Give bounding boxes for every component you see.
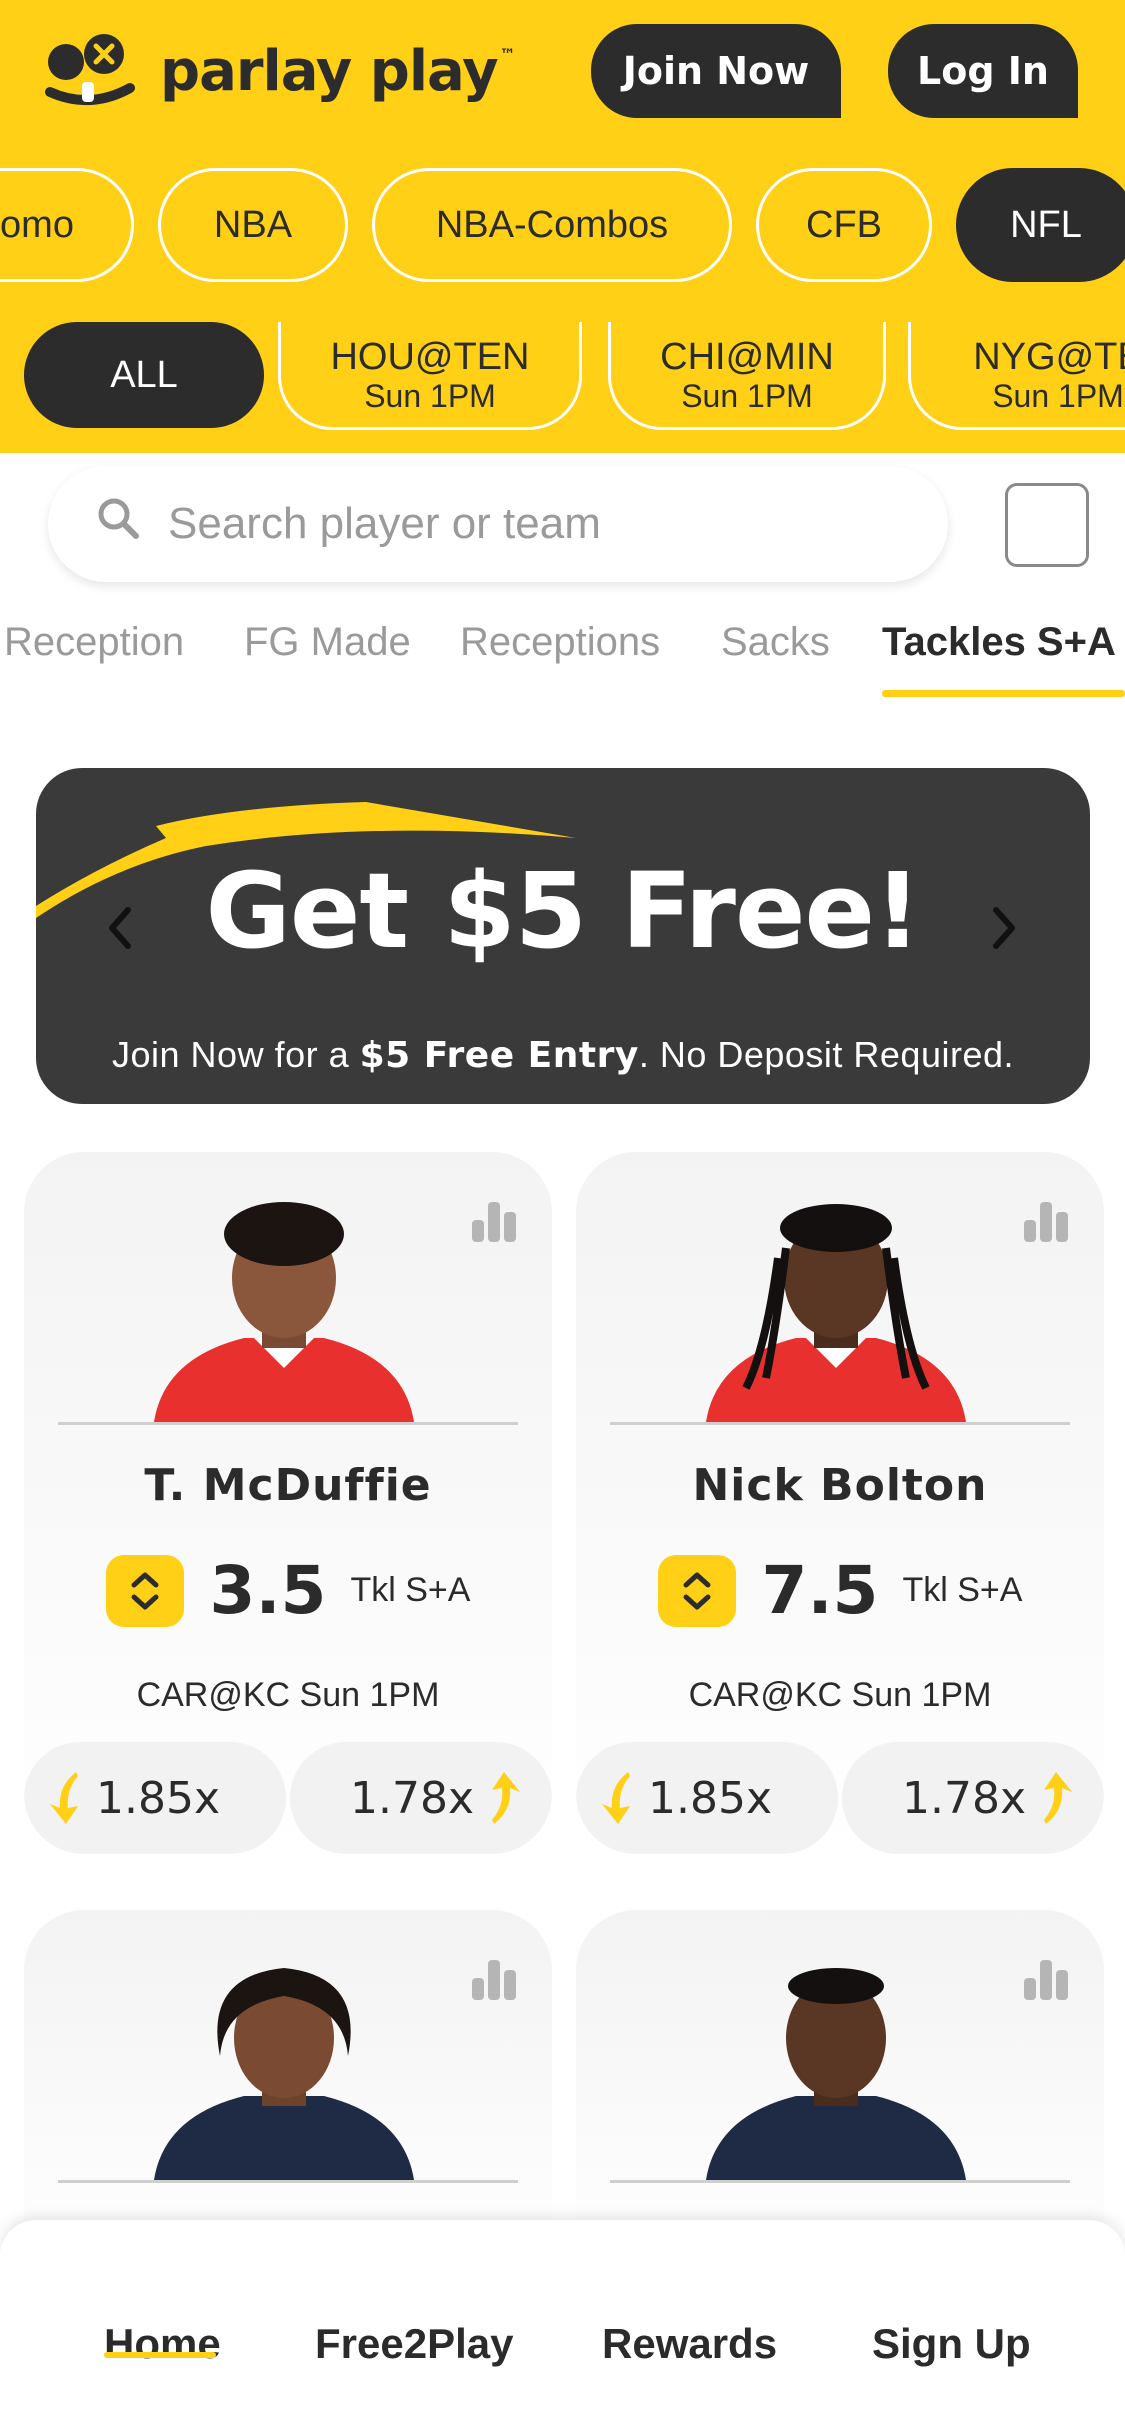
app-header: parlay play ™ Join Now Log In omo NBA NBA… [0, 0, 1125, 453]
active-tab-indicator [882, 690, 1125, 697]
stats-chart-icon[interactable] [1024, 1960, 1068, 2000]
player-headshot [154, 1968, 414, 2180]
nav-rewards[interactable]: Rewards [602, 2320, 777, 2368]
player-headshot [154, 1202, 414, 1422]
banner-title: Get $5 Free! [205, 850, 922, 972]
over-odds-button[interactable]: 1.78x [842, 1742, 1104, 1854]
logo-text: parlay play ™ [160, 38, 516, 104]
line-toggle-button[interactable] [657, 1554, 736, 1627]
log-in-button[interactable]: Log In [888, 24, 1078, 118]
game-filter-nyg-ten[interactable]: NYG@TE Sun 1PM [908, 322, 1125, 430]
nav-free2play[interactable]: Free2Play [315, 2320, 513, 2368]
sport-tab-promo[interactable]: omo [0, 168, 134, 282]
stats-chart-icon[interactable] [472, 1960, 516, 2000]
sport-tab-nfl[interactable]: NFL [956, 168, 1125, 282]
under-odds-button[interactable]: 1.85x [24, 1742, 286, 1854]
up-arrow-icon [1044, 1772, 1072, 1824]
stat-tab-reception[interactable]: Reception [4, 620, 184, 665]
prop-line-value: 7.5 [761, 1552, 879, 1629]
down-arrow-icon [50, 1772, 78, 1824]
nav-home[interactable]: Home [104, 2320, 221, 2368]
player-card[interactable]: Nick Bolton 7.5 Tkl S+A CAR@KC Sun 1PM 1… [576, 1152, 1104, 1854]
search-icon [98, 498, 139, 539]
stat-tab-sacks[interactable]: Sacks [721, 620, 830, 665]
stat-tab-tackles[interactable]: Tackles S+A [882, 620, 1116, 665]
card-divider [58, 1422, 518, 1425]
game-filter-hou-ten[interactable]: HOU@TEN Sun 1PM [278, 322, 582, 430]
line-toggle-button[interactable] [105, 1554, 184, 1627]
stat-tab-fg-made[interactable]: FG Made [244, 620, 411, 665]
prop-stat-type: Tkl S+A [902, 1571, 1023, 1609]
bottom-navigation: Home Free2Play Rewards Sign Up [0, 2220, 1125, 2436]
search-input[interactable] [168, 484, 908, 564]
banner-next-arrow-icon[interactable] [984, 898, 1024, 958]
prop-stat-type: Tkl S+A [350, 1571, 471, 1609]
player-name: Nick Bolton [692, 1460, 988, 1511]
up-down-chevron-icon [683, 1572, 711, 1609]
nav-active-indicator [104, 2352, 216, 2358]
game-filter-chi-min[interactable]: CHI@MIN Sun 1PM [608, 322, 886, 430]
player-headshot [706, 1204, 966, 1422]
player-card[interactable] [24, 1910, 552, 2270]
player-name: T. McDuffie [144, 1460, 432, 1511]
player-card[interactable] [576, 1910, 1104, 2270]
game-matchup: CAR@KC Sun 1PM [688, 1676, 992, 1714]
sport-tab-nba[interactable]: NBA [158, 168, 348, 282]
search-bar [48, 466, 948, 582]
player-card[interactable]: T. McDuffie 3.5 Tkl S+A CAR@KC Sun 1PM 1… [24, 1152, 552, 1854]
stats-chart-icon[interactable] [472, 1202, 516, 1242]
nav-sign-up[interactable]: Sign Up [872, 2320, 1031, 2368]
promo-banner[interactable]: Get $5 Free! Join Now for a $5 Free Entr… [36, 768, 1090, 1104]
join-now-button[interactable]: Join Now [591, 24, 841, 118]
prop-line-row: 3.5 Tkl S+A [24, 1552, 552, 1629]
stat-tabs: Reception FG Made Receptions Sacks Tackl… [0, 620, 1125, 700]
filter-checkbox[interactable] [1005, 483, 1089, 567]
card-divider [610, 1422, 1070, 1425]
down-arrow-icon [602, 1772, 630, 1824]
under-odds-button[interactable]: 1.85x [576, 1742, 838, 1854]
card-divider [58, 2180, 518, 2183]
up-arrow-icon [492, 1772, 520, 1824]
sport-tabs: omo NBA NBA-Combos CFB NFL [0, 168, 1125, 288]
game-filter-row: ALL HOU@TEN Sun 1PM CHI@MIN Sun 1PM NYG@… [0, 322, 1125, 442]
stats-chart-icon[interactable] [1024, 1202, 1068, 1242]
up-down-chevron-icon [131, 1572, 159, 1609]
banner-prev-arrow-icon[interactable] [100, 898, 140, 958]
banner-subtitle: Join Now for a $5 Free Entry. No Deposit… [112, 1034, 1014, 1076]
stat-tab-receptions[interactable]: Receptions [460, 620, 660, 665]
player-headshot [706, 1968, 966, 2180]
game-matchup: CAR@KC Sun 1PM [136, 1676, 440, 1714]
sport-tab-nba-combos[interactable]: NBA-Combos [372, 168, 732, 282]
sport-tab-cfb[interactable]: CFB [756, 168, 932, 282]
game-filter-all[interactable]: ALL [24, 322, 264, 428]
over-odds-button[interactable]: 1.78x [290, 1742, 552, 1854]
parlay-play-logo[interactable]: parlay play ™ [44, 30, 516, 112]
logo-mascot-icon [45, 34, 135, 105]
card-divider [610, 2180, 1070, 2183]
prop-line-value: 3.5 [209, 1552, 327, 1629]
prop-line-row: 7.5 Tkl S+A [576, 1552, 1104, 1629]
